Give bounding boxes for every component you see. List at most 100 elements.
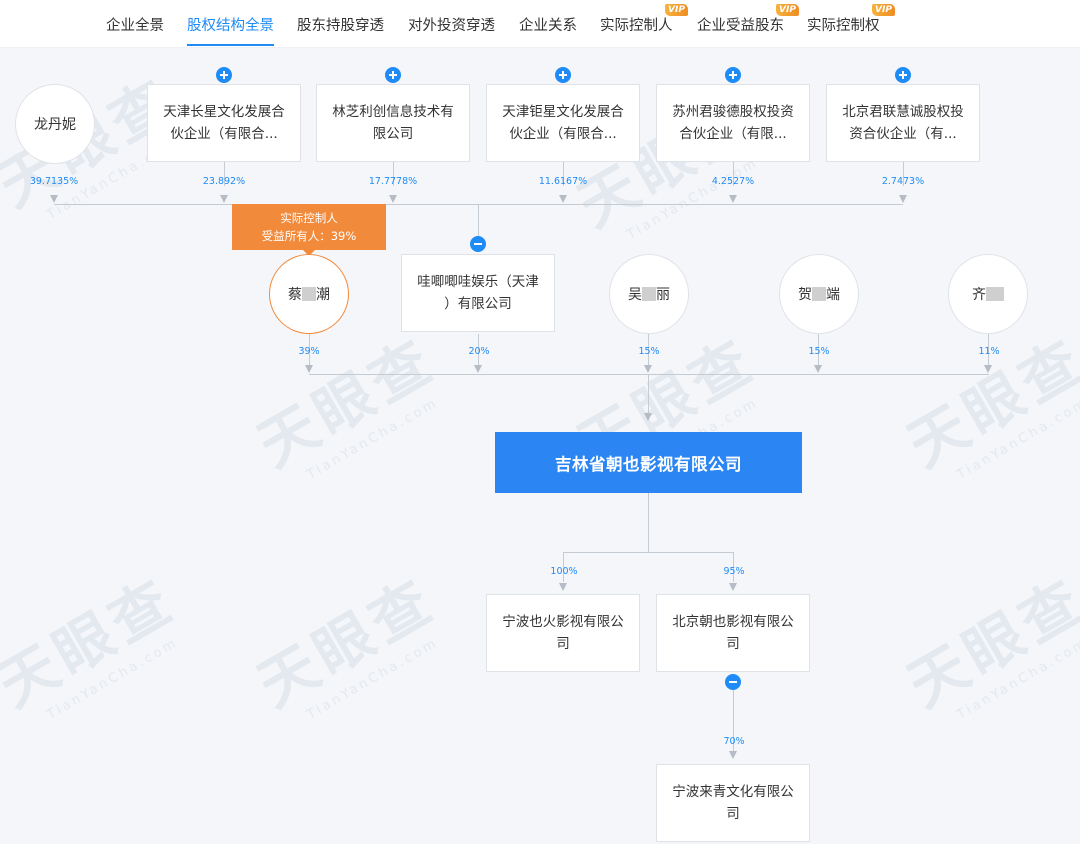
subsidiary-company-node[interactable]: 宁波也火影视有限公司 — [486, 594, 640, 672]
company-name-line1: 天津钜星文化发展合 — [502, 104, 624, 120]
tab-label: 实际控制人 — [600, 18, 673, 34]
connector-line — [309, 374, 989, 375]
arrow-icon — [814, 365, 822, 373]
shareholder-person-node[interactable]: 齐 — [948, 254, 1028, 334]
tab-beneficial-shareholders[interactable]: 企业受益股东 — [697, 14, 784, 36]
expand-button[interactable] — [895, 67, 911, 83]
person-name-suffix: 端 — [826, 287, 840, 303]
center-company-node[interactable]: 吉林省朝也影视有限公司 — [495, 432, 802, 493]
tab-enterprise-relations[interactable]: 企业关系 — [519, 14, 577, 36]
plus-icon — [223, 71, 225, 79]
arrow-icon — [559, 195, 567, 203]
watermark: 天眼查TianYanCha.com — [240, 554, 456, 736]
company-name-line1: 北京朝也影视有限公 — [672, 614, 794, 630]
company-name-line1: 林芝利创信息技术有 — [332, 104, 454, 120]
tab-actual-control-rights[interactable]: 实际控制权 — [807, 14, 880, 36]
arrow-icon — [559, 583, 567, 591]
subsidiary-company-node[interactable]: 北京朝也影视有限公司 — [656, 594, 810, 672]
share-percent: 39% — [298, 346, 320, 357]
share-percent: 70% — [723, 736, 745, 747]
watermark-subtext: TianYanCha.com — [44, 635, 181, 723]
minus-icon — [729, 681, 737, 683]
arrow-icon — [644, 413, 652, 421]
tab-equity-structure[interactable]: 股权结构全景 — [187, 14, 274, 46]
share-percent: 15% — [808, 346, 830, 357]
tab-bar: 企业全景 股权结构全景 股东持股穿透 对外投资穿透 企业关系 实际控制人 企业受… — [0, 0, 1080, 48]
shareholder-person-node[interactable]: 龙丹妮 — [15, 84, 95, 164]
share-percent: 4.2527% — [711, 176, 755, 187]
company-name-line2: 司 — [726, 806, 740, 822]
center-company-name: 吉林省朝也影视有限公司 — [555, 454, 742, 474]
arrow-icon — [50, 195, 58, 203]
expand-button[interactable] — [216, 67, 232, 83]
company-name-line1: 宁波也火影视有限公 — [502, 614, 624, 630]
shareholder-person-node[interactable]: 贺端 — [779, 254, 859, 334]
share-percent: 95% — [723, 566, 745, 577]
shareholder-person-node[interactable]: 吴丽 — [609, 254, 689, 334]
tab-label: 对外投资穿透 — [408, 18, 495, 34]
company-name-line1: 北京君联慧诚股权投 — [842, 104, 964, 120]
connector-line — [648, 493, 649, 553]
watermark: 天眼查TianYanCha.com — [890, 314, 1080, 496]
shareholder-company-node[interactable]: 北京君联慧诚股权投 资合伙企业（有... — [826, 84, 980, 162]
tab-label: 企业全景 — [106, 18, 164, 34]
arrow-icon — [220, 195, 228, 203]
shareholder-company-node[interactable]: 苏州君骏德股权投资 合伙企业（有限... — [656, 84, 810, 162]
tab-label: 企业关系 — [519, 18, 577, 34]
arrow-icon — [389, 195, 397, 203]
share-percent: 39.7135% — [29, 176, 79, 187]
share-percent: 11% — [978, 346, 1000, 357]
watermark-subtext: TianYanCha.com — [304, 395, 441, 483]
company-name-line1: 哇唧唧哇娱乐（天津 — [417, 274, 539, 290]
tab-actual-controller[interactable]: 实际控制人 — [600, 14, 673, 36]
watermark-subtext: TianYanCha.com — [954, 635, 1080, 723]
expand-button[interactable] — [385, 67, 401, 83]
watermark: 天眼查TianYanCha.com — [0, 554, 196, 736]
person-name-prefix: 贺 — [798, 287, 812, 303]
shareholder-company-node[interactable]: 林芝利创信息技术有 限公司 — [316, 84, 470, 162]
watermark: 天眼查TianYanCha.com — [240, 314, 456, 496]
tab-label: 企业受益股东 — [697, 18, 784, 34]
arrow-icon — [984, 365, 992, 373]
collapse-button[interactable] — [470, 236, 486, 252]
person-name: 龙丹妮 — [34, 117, 76, 133]
watermark-text: 天眼查 — [896, 565, 1080, 721]
watermark-subtext: TianYanCha.com — [304, 635, 441, 723]
shareholder-company-node[interactable]: 天津钜星文化发展合 伙企业（有限合... — [486, 84, 640, 162]
tab-investment-penetration[interactable]: 对外投资穿透 — [408, 14, 495, 36]
share-percent: 20% — [468, 346, 490, 357]
arrow-icon — [729, 583, 737, 591]
controller-tag-title: 实际控制人 — [280, 211, 338, 225]
company-name-line2: 资合伙企业（有... — [849, 126, 957, 142]
redacted-mask — [986, 287, 1004, 301]
tab-label: 股东持股穿透 — [297, 18, 384, 34]
shareholder-company-node[interactable]: 哇唧唧哇娱乐（天津 ）有限公司 — [401, 254, 555, 332]
plus-icon — [732, 71, 734, 79]
shareholder-company-node[interactable]: 天津长星文化发展合 伙企业（有限合... — [147, 84, 301, 162]
share-percent: 15% — [638, 346, 660, 357]
tab-shareholder-penetration[interactable]: 股东持股穿透 — [297, 14, 384, 36]
company-name-line2: 伙企业（有限合... — [509, 126, 617, 142]
shareholder-person-node[interactable]: 蔡潮 — [269, 254, 349, 334]
minus-icon — [474, 243, 482, 245]
tab-label: 股权结构全景 — [187, 18, 274, 34]
share-percent: 23.892% — [202, 176, 246, 187]
expand-button[interactable] — [725, 67, 741, 83]
actual-controller-tag: 实际控制人 受益所有人：39% — [232, 204, 386, 256]
connector-line — [563, 552, 734, 553]
company-name-line2: 限公司 — [372, 126, 414, 142]
controller-tag-beneficial: 受益所有人：39% — [261, 229, 357, 243]
plus-icon — [902, 71, 904, 79]
tab-enterprise-overview[interactable]: 企业全景 — [106, 14, 164, 36]
collapse-button[interactable] — [725, 674, 741, 690]
company-name-line2: 司 — [726, 636, 740, 652]
person-name-prefix: 吴 — [628, 287, 642, 303]
person-name-prefix: 蔡 — [288, 287, 302, 303]
redacted-mask — [812, 287, 826, 301]
person-name-suffix: 丽 — [656, 287, 670, 303]
expand-button[interactable] — [555, 67, 571, 83]
vip-badge: VIP — [665, 4, 688, 16]
share-percent: 100% — [550, 566, 578, 577]
subsidiary-company-node[interactable]: 宁波来青文化有限公司 — [656, 764, 810, 842]
watermark-text: 天眼查 — [246, 565, 447, 721]
